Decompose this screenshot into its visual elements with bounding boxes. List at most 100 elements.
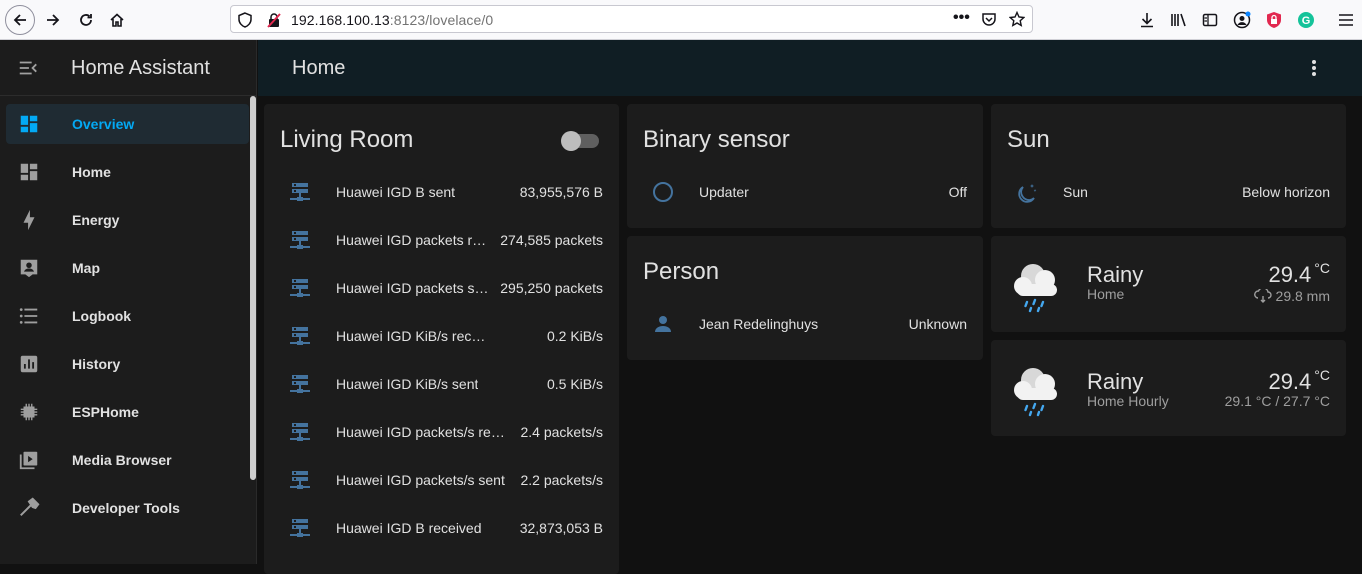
- entity-row[interactable]: Huawei IGD B sent 83,955,576 B: [264, 172, 619, 212]
- sidebar-item-label: Media Browser: [72, 452, 172, 468]
- weather-name: Home Hourly: [1087, 393, 1169, 409]
- account-icon[interactable]: [1231, 9, 1253, 31]
- weather-home-card[interactable]: Rainy Home 29.4 °C 29.8 mm: [991, 236, 1346, 332]
- app-menu-icon[interactable]: [1335, 9, 1357, 31]
- pocket-icon[interactable]: [981, 11, 997, 27]
- chart-box-icon: [20, 355, 38, 373]
- entity-row[interactable]: Huawei IGD KiB/s sent 0.5 KiB/s: [264, 364, 619, 404]
- forward-button[interactable]: [38, 5, 68, 35]
- sidebar-item-history[interactable]: History: [6, 344, 249, 384]
- entity-state: 2.4 packets/s: [520, 424, 604, 440]
- sidebar-item-label: Developer Tools: [72, 500, 180, 516]
- shield-icon: [238, 12, 252, 28]
- server-network-icon: [290, 183, 310, 201]
- living-room-toggle[interactable]: [561, 131, 599, 151]
- svg-text:G: G: [1302, 15, 1311, 27]
- entity-name: Huawei IGD packets/s received: [336, 424, 508, 440]
- entity-state: 32,873,053 B: [519, 520, 603, 536]
- server-network-icon: [290, 279, 310, 297]
- url-bar[interactable]: 192.168.100.13:8123/lovelace/0 •••: [230, 5, 1033, 33]
- page-actions-icon[interactable]: •••: [953, 9, 970, 27]
- sun-card: Sun Sun Below horizon: [991, 104, 1346, 228]
- card-title: Sun: [1007, 126, 1050, 153]
- sidebar-item-media-browser[interactable]: Media Browser: [6, 440, 249, 480]
- weather-temperature: 29.4 °C: [1268, 367, 1330, 394]
- sidebar-item-overview[interactable]: Overview: [6, 104, 249, 144]
- sidebar-item-energy[interactable]: Energy: [6, 200, 249, 240]
- entity-state: 83,955,576 B: [519, 184, 603, 200]
- server-network-icon: [290, 327, 310, 345]
- entity-name: Huawei IGD packets sent: [336, 280, 491, 296]
- entity-name: Huawei IGD B sent: [336, 184, 456, 200]
- entity-name: Huawei IGD KiB/s received: [336, 328, 491, 344]
- hammer-icon: [20, 497, 40, 517]
- entity-row[interactable]: Huawei IGD KiB/s received 0.2 KiB/s: [264, 316, 619, 356]
- entity-name: Huawei IGD packets/s sent: [336, 472, 505, 488]
- app-header: Home: [258, 40, 1362, 96]
- entity-row[interactable]: Huawei IGD packets/s received 2.4 packet…: [264, 412, 619, 452]
- library-icon[interactable]: [1168, 9, 1190, 31]
- sidebar-item-label: Energy: [72, 212, 120, 228]
- sidebar: Home Assistant Overview Home Energy Map …: [0, 40, 257, 564]
- entity-name: Huawei IGD packets received: [336, 232, 488, 248]
- weather-temp-range: 29.1 °C / 27.7 °C: [1224, 393, 1330, 409]
- entity-row[interactable]: Sun Below horizon: [991, 172, 1346, 212]
- downloads-icon[interactable]: [1136, 9, 1158, 31]
- sidebar-toggle-icon[interactable]: [1199, 9, 1221, 31]
- sidebar-item-developer-tools[interactable]: Developer Tools: [6, 488, 249, 528]
- server-network-icon: [290, 519, 310, 537]
- weather-temperature: 29.4 °C: [1268, 260, 1330, 287]
- weather-precipitation: 29.8 mm: [1253, 287, 1330, 304]
- server-network-icon: [290, 471, 310, 489]
- entity-row[interactable]: Huawei IGD packets/s sent 2.2 packets/s: [264, 460, 619, 500]
- checkbox-blank-circle-outline-icon: [653, 182, 673, 202]
- entity-state: 295,250 packets: [500, 280, 603, 296]
- toggle-knob: [561, 131, 581, 151]
- menu-open-icon[interactable]: [17, 57, 39, 84]
- sidebar-item-home[interactable]: Home: [6, 152, 249, 192]
- weather-pouring-icon: [1253, 287, 1272, 303]
- sidebar-header: Home Assistant: [0, 40, 256, 96]
- grammarly-icon[interactable]: G: [1295, 9, 1317, 31]
- home-button[interactable]: [102, 5, 132, 35]
- sidebar-item-label: Overview: [72, 116, 135, 132]
- entity-row[interactable]: Huawei IGD packets sent 295,250 packets: [264, 268, 619, 308]
- ublock-icon[interactable]: [1263, 9, 1285, 31]
- server-network-icon: [290, 231, 310, 249]
- entity-row[interactable]: Updater Off: [627, 172, 983, 212]
- reload-button[interactable]: [71, 5, 101, 35]
- star-icon[interactable]: [1009, 11, 1025, 27]
- living-room-card: Living Room Huawei IGD B sent 83,955,576…: [264, 104, 619, 574]
- entity-name: Updater: [699, 184, 749, 200]
- page-title: Home: [292, 57, 346, 79]
- entity-row[interactable]: Huawei IGD packets received 274,585 pack…: [264, 220, 619, 260]
- entity-name: Huawei IGD B received: [336, 520, 482, 536]
- sidebar-item-map[interactable]: Map: [6, 248, 249, 288]
- entity-name: Huawei IGD KiB/s sent: [336, 376, 479, 392]
- account-icon: [655, 316, 671, 332]
- dashboard-icon: [20, 163, 38, 181]
- sidebar-item-label: Home: [72, 164, 111, 180]
- dashboard-icon: [20, 115, 38, 133]
- entity-state: 274,585 packets: [500, 232, 603, 248]
- entity-state: 0.5 KiB/s: [546, 376, 603, 392]
- reload-icon: [80, 14, 92, 26]
- entity-name: Sun: [1063, 184, 1088, 200]
- weather-night-icon: [1018, 184, 1037, 203]
- more-options-icon[interactable]: [1304, 58, 1324, 78]
- sidebar-item-logbook[interactable]: Logbook: [6, 296, 249, 336]
- entity-name: Jean Redelinghuys: [699, 316, 819, 332]
- map-account-icon: [20, 259, 38, 278]
- entity-state: 2.2 packets/s: [520, 472, 604, 488]
- sidebar-scrollbar[interactable]: [250, 96, 256, 480]
- sidebar-item-esphome[interactable]: ESPHome: [6, 392, 249, 432]
- weather-hourly-card[interactable]: Rainy Home Hourly 29.4 °C 29.1 °C / 27.7 …: [991, 340, 1346, 436]
- weather-name: Home: [1087, 286, 1125, 302]
- weather-state: Rainy: [1087, 262, 1144, 287]
- back-button[interactable]: [5, 5, 35, 35]
- binary-sensor-card: Binary sensor Updater Off: [627, 104, 983, 228]
- entity-row[interactable]: Huawei IGD B received 32,873,053 B: [264, 508, 619, 548]
- browser-toolbar: 192.168.100.13:8123/lovelace/0 ••• G: [0, 0, 1362, 40]
- house-icon: [110, 13, 124, 27]
- entity-row[interactable]: Jean Redelinghuys Unknown: [627, 304, 983, 344]
